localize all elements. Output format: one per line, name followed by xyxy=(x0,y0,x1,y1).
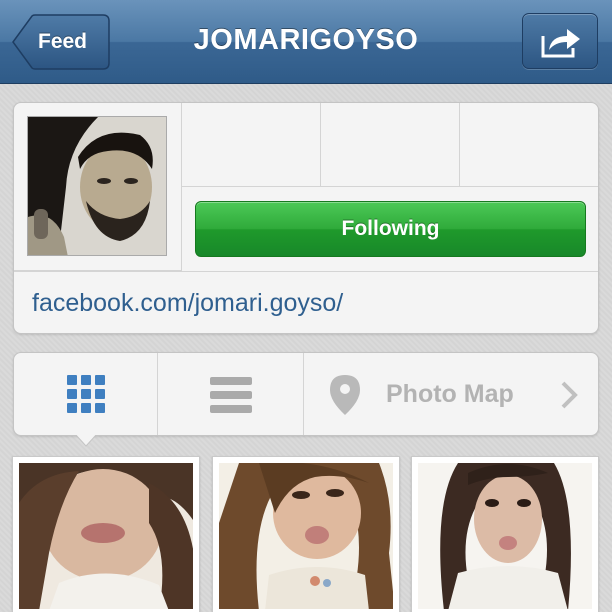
map-pin-icon xyxy=(330,375,360,415)
chevron-right-icon xyxy=(561,381,578,409)
photo-image xyxy=(19,463,193,609)
active-tab-pointer xyxy=(76,435,96,447)
tab-list-view[interactable] xyxy=(158,353,304,435)
share-button[interactable] xyxy=(522,13,598,69)
photo-image xyxy=(219,463,393,609)
photo-thumbnail[interactable] xyxy=(411,456,599,612)
avatar[interactable] xyxy=(27,116,167,256)
avatar-cell xyxy=(14,103,182,271)
photo-map-label: Photo Map xyxy=(386,380,514,408)
grid-icon xyxy=(67,375,105,413)
stat-following[interactable] xyxy=(460,103,598,187)
list-icon xyxy=(210,377,252,413)
stat-posts[interactable] xyxy=(182,103,321,187)
view-switcher: Photo Map xyxy=(13,352,599,447)
share-arrow-icon xyxy=(541,29,580,58)
feed-back-button[interactable]: Feed xyxy=(12,14,110,70)
navigation-bar: Feed JOMARIGOYSO xyxy=(0,0,612,84)
feed-back-label: Feed xyxy=(38,30,88,53)
tab-grid-view[interactable] xyxy=(14,353,158,435)
photo-thumbnail[interactable] xyxy=(12,456,200,612)
profile-card: Following facebook.com/jomari.goyso/ xyxy=(13,102,599,334)
following-button[interactable]: Following xyxy=(195,201,586,257)
tab-photo-map[interactable]: Photo Map xyxy=(304,353,598,435)
website-link[interactable]: facebook.com/jomari.goyso/ xyxy=(32,271,592,333)
stat-followers[interactable] xyxy=(321,103,460,187)
photo-image xyxy=(418,463,592,609)
photo-thumbnail[interactable] xyxy=(212,456,400,612)
page-title: JOMARIGOYSO xyxy=(193,24,419,56)
avatar-photo xyxy=(28,117,166,255)
